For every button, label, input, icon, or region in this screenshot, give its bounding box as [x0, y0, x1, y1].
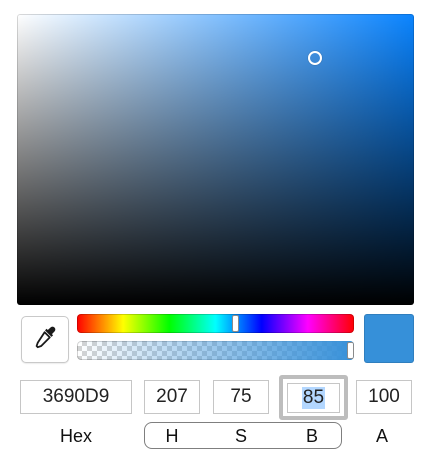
s-label: S — [234, 426, 247, 446]
hue-field[interactable]: 207 — [144, 380, 200, 414]
brightness-field[interactable]: 85 — [287, 382, 340, 413]
a-label: A — [375, 426, 388, 446]
saturation-brightness-handle[interactable] — [307, 50, 322, 65]
hue-value: 207 — [156, 386, 188, 407]
brightness-field-focus-ring: 85 — [279, 375, 348, 420]
hue-slider[interactable] — [77, 314, 354, 333]
hex-field[interactable]: 3690D9 — [20, 380, 132, 414]
alpha-field[interactable]: 100 — [356, 380, 412, 414]
alpha-gradient — [77, 341, 354, 360]
eyedropper-icon — [32, 324, 58, 355]
alpha-value: 100 — [368, 386, 400, 407]
alpha-slider[interactable] — [77, 341, 354, 360]
saturation-brightness-field[interactable] — [17, 14, 414, 305]
h-label: H — [165, 426, 179, 446]
hex-value: 3690D9 — [42, 386, 110, 407]
saturation-field[interactable]: 75 — [213, 380, 269, 414]
saturation-value: 75 — [230, 386, 252, 407]
b-label: B — [305, 426, 318, 446]
hex-label: Hex — [59, 426, 92, 446]
color-swatch — [364, 314, 414, 363]
eyedropper-button[interactable] — [21, 316, 69, 363]
alpha-slider-thumb[interactable] — [347, 342, 354, 359]
brightness-value: 85 — [301, 386, 326, 409]
hue-slider-thumb[interactable] — [232, 315, 240, 332]
